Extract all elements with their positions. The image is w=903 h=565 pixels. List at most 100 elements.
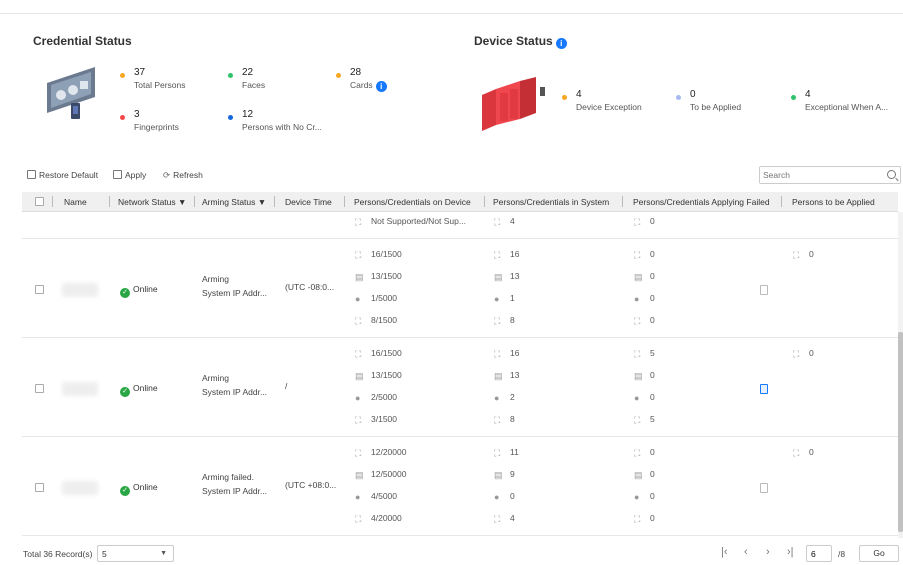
face-icon: ⛶ [494,217,501,227]
fingerprint-icon: ● [634,492,640,502]
stat-dot [562,95,567,100]
refresh-label: Refresh [173,170,203,180]
vertical-scrollbar[interactable] [898,212,903,538]
credential-value: 2/5000 [371,392,397,402]
column-divider [109,196,110,207]
refresh-icon: ⟳ [163,170,171,180]
credential-cell: ⛶ 16 [494,249,519,260]
credential-value: Not Supported/Not Sup... [371,216,466,226]
network-status-label: Online [133,284,158,294]
app-page: Credential Status 37 Total Persons 22 Fa… [0,0,903,565]
credential-value: 12/20000 [371,447,407,457]
stat-label: Cards i [350,80,387,92]
face-photo-icon: ⛶ [634,316,641,326]
header-device-time[interactable]: Device Time [285,197,332,207]
column-divider [781,196,782,207]
column-divider [622,196,623,207]
fingerprint-icon: ● [634,294,640,304]
face-icon: ⛶ [355,250,362,260]
credential-cell: ⛶ 11 [494,447,519,458]
header-network-status[interactable]: Network Status ▼ [118,197,186,207]
go-button[interactable]: Go [859,545,899,562]
arming-detail: System IP Addr... [202,486,268,496]
select-all-checkbox[interactable] [35,197,44,206]
credential-value: 3/1500 [371,414,397,424]
credential-cell: ⛶ 0 [634,447,655,458]
row-checkbox[interactable] [35,384,44,393]
stat-value: 4 [805,89,811,100]
row-checkbox[interactable] [35,483,44,492]
header-on-device[interactable]: Persons/Credentials on Device [354,197,471,207]
fingerprint-icon: ● [355,393,361,403]
header-persons-to-apply[interactable]: Persons to be Applied [792,197,875,207]
last-page-icon[interactable]: ›| [787,546,794,558]
row-checkbox[interactable] [35,285,44,294]
stat-dot [120,73,125,78]
restore-default-button[interactable]: Restore Default [27,170,98,180]
info-icon[interactable]: i [555,38,567,49]
table-row[interactable]: ✓ Online Arming System IP Addr... / ⛶ 16/1500 ▤… [22,338,898,437]
info-icon[interactable]: i [375,81,387,92]
header-arming-status[interactable]: Arming Status ▼ [202,197,266,207]
apply-label: Apply [125,170,147,180]
stat-value: 22 [242,67,254,78]
header-name[interactable]: Name [64,197,87,207]
table-row[interactable]: ✓ Online Arming System IP Addr... (UTC -08:0… [22,239,898,338]
credential-cell: ● 2 [494,392,515,403]
document-icon[interactable] [760,483,768,493]
header-applying-failed[interactable]: Persons/Credentials Applying Failed [633,197,770,207]
persons-to-apply: ⛶ 0 [793,348,814,359]
face-icon: ⛶ [634,217,641,227]
card-icon: ▤ [634,371,643,381]
credential-cell: ▤ 9 [494,469,515,480]
chevron-down-icon: ▼ [160,550,167,557]
credential-value: 16 [510,249,520,259]
credential-value: 13/1500 [371,271,402,281]
device-time: (UTC -08:0... [285,282,335,292]
header-arming-label: Arming Status [202,197,256,207]
stat-dot [676,95,681,100]
stat-value: 28 [350,67,362,78]
filter-icon[interactable]: ▼ [176,197,186,207]
stat-value: 3 [134,109,140,120]
fingerprint-icon: ● [494,393,500,403]
credential-value: 0 [650,315,655,325]
device-time: / [285,381,288,391]
credential-cell: ▤ 13 [494,271,519,282]
table-row[interactable]: ✓ Online Arming failed. System IP Addr... (U… [22,437,898,536]
credential-cell: ⛶ 5 [634,348,655,359]
top-bar [0,0,903,14]
face-icon: ⛶ [494,448,501,458]
prev-page-icon[interactable]: ‹ [744,546,748,558]
network-status: ✓ Online [120,383,158,397]
arming-status: Arming failed. [202,472,254,482]
filter-icon[interactable]: ▼ [255,197,266,207]
device-status-panel: Device Status i 4 Device Exception 0 To b… [452,15,903,155]
stat-dot [228,115,233,120]
header-in-system[interactable]: Persons/Credentials in System [493,197,609,207]
apply-icon [113,170,122,179]
first-page-icon[interactable]: |‹ [721,546,728,558]
search-input[interactable] [760,167,880,183]
page-number-input[interactable] [806,545,832,562]
stat-dot [120,115,125,120]
credential-cell: ⛶ 0 [634,216,655,227]
page-size-select[interactable]: 5 ▼ [97,545,174,562]
face-icon: ⛶ [494,250,501,260]
page-size-value: 5 [102,549,107,559]
device-name-redacted [62,283,98,297]
document-icon[interactable] [760,285,768,295]
document-icon[interactable] [760,384,768,394]
scrollbar-thumb[interactable] [898,332,903,532]
device-status-title: Device Status [474,34,553,48]
search-icon[interactable] [887,170,896,179]
credential-value: 9 [510,469,515,479]
next-page-icon[interactable]: › [766,546,770,558]
apply-button[interactable]: Apply [113,170,146,180]
check-circle-icon: ✓ [120,288,130,298]
refresh-button[interactable]: ⟳ Refresh [163,170,203,181]
fingerprint-icon: ● [494,492,500,502]
credential-value: 12/50000 [371,469,407,479]
credential-value: 0 [650,447,655,457]
credential-value: 0 [650,249,655,259]
